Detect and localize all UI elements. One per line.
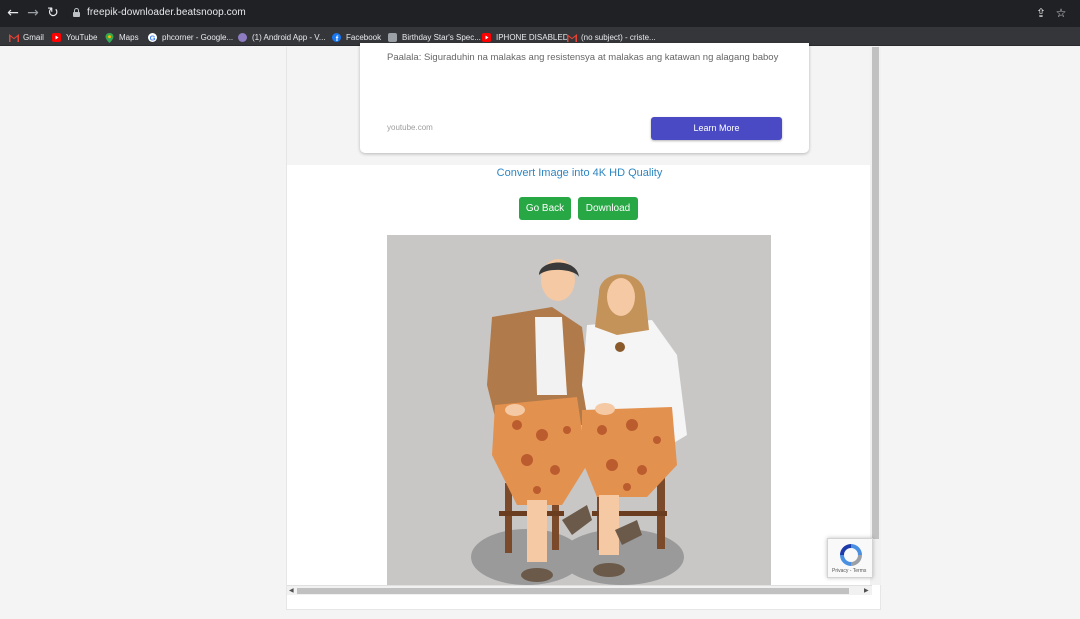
bookmark-gmail[interactable]: Gmail [9, 30, 44, 44]
page-viewport: Paalala: Siguraduhin na malakas ang resi… [0, 43, 1080, 619]
youtube-icon [52, 32, 61, 42]
url-text: freepik-downloader.beatsnoop.com [87, 7, 246, 18]
bookmark-star-icon[interactable]: ☆ [1054, 6, 1068, 20]
content-panel: Paalala: Siguraduhin na malakas ang resi… [286, 43, 881, 610]
recaptcha-icon [840, 544, 862, 566]
reload-icon[interactable]: ↻ [45, 5, 61, 21]
scroll-right-arrow-icon[interactable]: ▶ [864, 586, 869, 596]
svg-text:f: f [336, 34, 339, 42]
browser-toolbar: ← → ↻ freepik-downloader.beatsnoop.com ⇪… [0, 0, 1080, 27]
forward-arrow-icon[interactable]: → [25, 5, 41, 21]
bookmark-maps[interactable]: Maps [105, 30, 139, 44]
horizontal-scroll-thumb[interactable] [297, 588, 849, 594]
recaptcha-badge[interactable]: Privacy - Terms [827, 538, 873, 578]
ad-text: Paalala: Siguraduhin na malakas ang resi… [387, 52, 779, 63]
google-icon: G [148, 32, 157, 42]
facebook-icon: f [332, 32, 341, 42]
maps-icon [105, 32, 114, 43]
bookmark-no-subject[interactable]: (no subject) - criste... [567, 30, 656, 44]
download-button[interactable]: Download [578, 197, 638, 220]
bookmark-birthday-star[interactable]: Birthday Star's Spec... [388, 30, 481, 44]
lock-icon [73, 8, 80, 17]
back-arrow-icon[interactable]: ← [5, 5, 21, 21]
bookmark-phcorner[interactable]: G phcorner - Google... [148, 30, 233, 44]
ad-source[interactable]: youtube.com [387, 123, 433, 132]
vertical-scroll-thumb[interactable] [872, 47, 879, 539]
app-icon [238, 32, 247, 42]
bookmark-facebook[interactable]: f Facebook [332, 30, 381, 44]
learn-more-button[interactable]: Learn More [651, 117, 782, 140]
go-back-button[interactable]: Go Back [519, 197, 571, 220]
horizontal-scrollbar[interactable]: ◀ ▶ [287, 585, 872, 595]
vertical-scrollbar[interactable] [870, 47, 881, 585]
svg-text:G: G [150, 33, 156, 42]
youtube-icon [482, 32, 491, 42]
scroll-left-arrow-icon[interactable]: ◀ [289, 586, 294, 596]
page-icon [388, 32, 397, 42]
preview-image [387, 235, 771, 585]
gmail-icon [9, 33, 19, 42]
couple-illustration [471, 259, 687, 585]
ad-card[interactable]: Paalala: Siguraduhin na malakas ang resi… [360, 43, 809, 153]
ad-area: Paalala: Siguraduhin na malakas ang resi… [287, 43, 872, 165]
address-bar[interactable]: freepik-downloader.beatsnoop.com [66, 3, 1076, 24]
gmail-icon [567, 33, 577, 42]
bookmark-iphone-disabled[interactable]: IPHONE DISABLED [482, 30, 568, 44]
convert-4k-link[interactable]: Convert Image into 4K HD Quality [287, 167, 872, 179]
share-icon[interactable]: ⇪ [1034, 6, 1048, 20]
bookmark-android-app[interactable]: (1) Android App - V... [238, 30, 326, 44]
recaptcha-terms[interactable]: Privacy - Terms [832, 568, 866, 574]
bookmark-youtube[interactable]: YouTube [52, 30, 97, 44]
